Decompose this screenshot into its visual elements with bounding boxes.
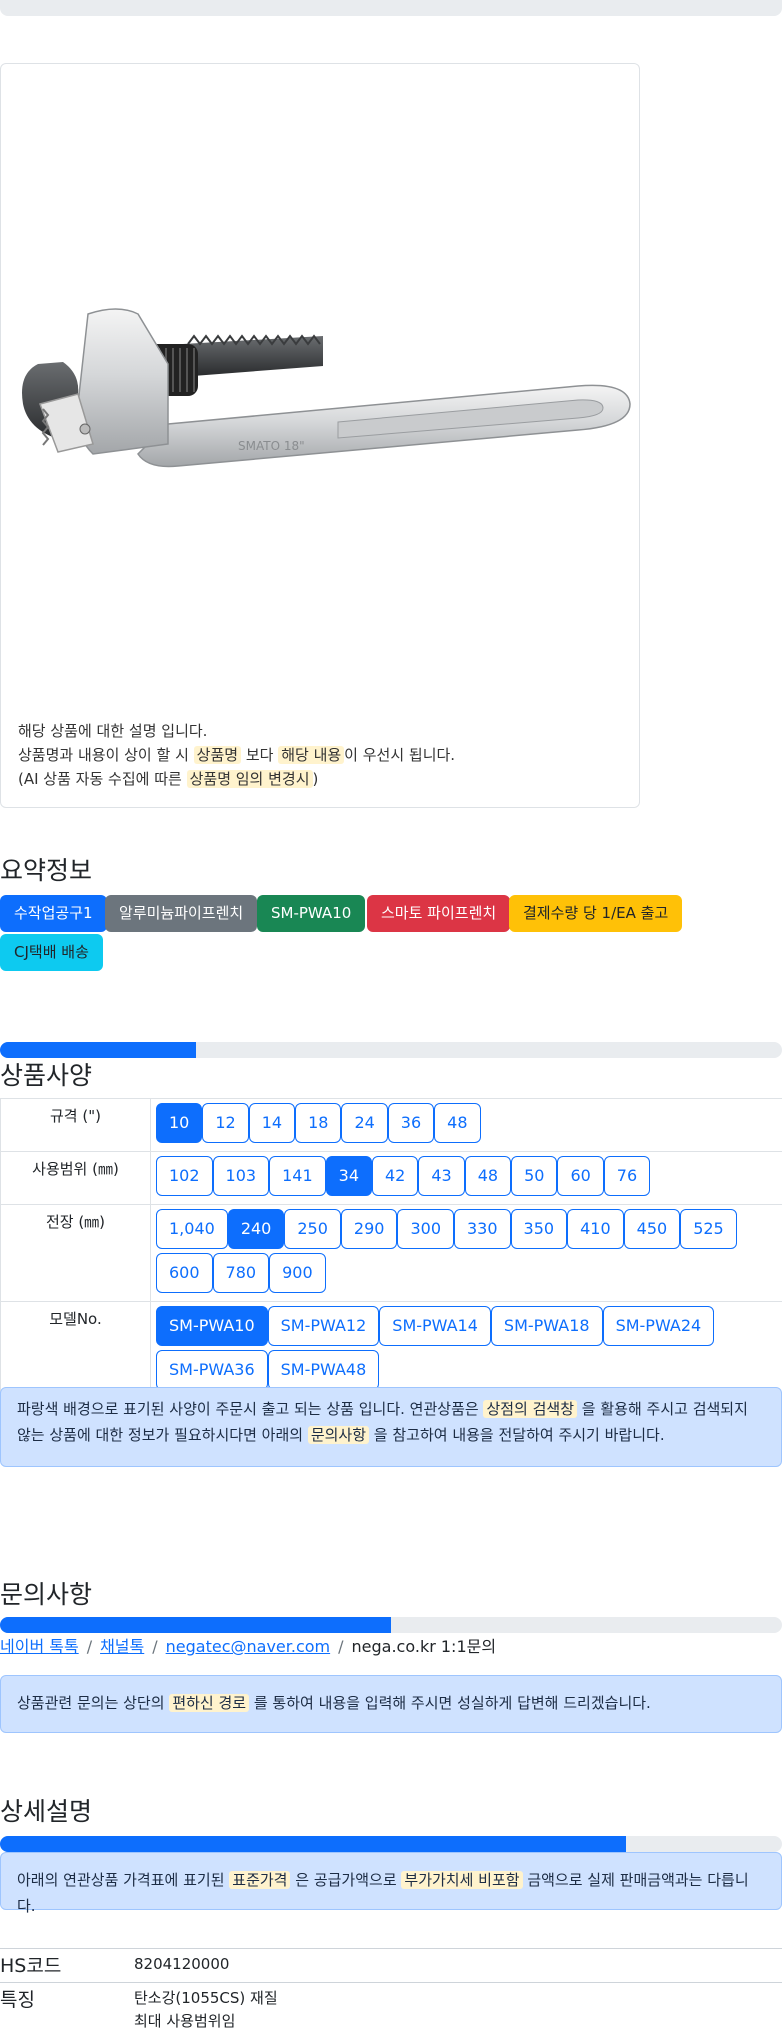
inquiry-links: 네이버 톡톡 / 채널톡 / negatec@naver.com / nega.co.kr … bbox=[0, 1637, 497, 1656]
badge-courier: CJ택배 배송 bbox=[0, 934, 103, 971]
spec-option-button[interactable]: 780 bbox=[212, 1253, 270, 1293]
spec-row: 규격 (") 10 12 14 18 24 36 48 bbox=[0, 1098, 782, 1152]
spec-row: 사용범위 (㎜) 102 103 141 34 42 43 48 50 60 76 bbox=[0, 1151, 782, 1205]
spec-row-options: SM-PWA10 SM-PWA12 SM-PWA14 SM-PWA18 SM-PWA24… bbox=[150, 1301, 782, 1399]
link-email[interactable]: negatec@naver.com bbox=[166, 1637, 330, 1656]
spec-row-label: 규격 (") bbox=[0, 1098, 151, 1152]
spec-option-button[interactable]: 330 bbox=[454, 1209, 511, 1249]
badge-subcategory: 알루미늄파이프렌치 bbox=[105, 895, 258, 932]
spec-option-button[interactable]: 48 bbox=[434, 1103, 481, 1143]
spec-option-button[interactable]: 240 bbox=[227, 1209, 285, 1249]
spec-option-button[interactable]: 1,040 bbox=[156, 1209, 228, 1249]
spec-option-button[interactable]: 300 bbox=[397, 1209, 454, 1249]
spec-option-button[interactable]: 102 bbox=[156, 1156, 213, 1196]
inquiry-title: 문의사항 bbox=[0, 1580, 93, 1609]
details-progress bbox=[0, 1836, 782, 1852]
desc-line-2: 상품명과 내용이 상이 할 시 상품명 보다 해당 내용 이 우선시 됩니다. bbox=[18, 746, 456, 764]
desc-line-3: (AI 상품 자동 수집에 따른 상품명 임의 변경시) bbox=[18, 770, 319, 788]
spec-notice: 파랑색 배경으로 표기된 사양이 주문시 출고 되는 상품 입니다. 연관상품은… bbox=[0, 1387, 782, 1467]
feature-value: 탄소강(1055CS) 재질 최대 사용범위임 bbox=[134, 1989, 278, 2028]
spec-option-button[interactable]: 12 bbox=[202, 1103, 249, 1143]
link-naver-talk[interactable]: 네이버 톡톡 bbox=[0, 1637, 79, 1656]
spec-row-options: 10 12 14 18 24 36 48 bbox=[150, 1098, 782, 1152]
hs-code-row: HS코드 8204120000 bbox=[0, 1948, 782, 1982]
spec-option-button[interactable]: 900 bbox=[269, 1253, 326, 1293]
badge-brand: 스마토 파이프렌치 bbox=[367, 895, 511, 932]
spec-option-button[interactable]: 76 bbox=[603, 1156, 651, 1196]
top-progress-bar bbox=[0, 0, 782, 16]
spec-table: 규격 (") 10 12 14 18 24 36 48 사용범위 (㎜) 102 103 141 34 4… bbox=[0, 1098, 782, 1399]
spec-option-button[interactable]: 36 bbox=[387, 1103, 435, 1143]
link-channel-talk[interactable]: 채널톡 bbox=[100, 1637, 144, 1656]
spec-row-options: 102 103 141 34 42 43 48 50 60 76 bbox=[150, 1151, 782, 1205]
spec-title: 상품사양 bbox=[0, 1061, 93, 1090]
spec-option-button[interactable]: 103 bbox=[212, 1156, 270, 1196]
details-title: 상세설명 bbox=[0, 1797, 93, 1826]
spec-option-button[interactable]: SM-PWA12 bbox=[267, 1306, 380, 1346]
badge-model: SM-PWA10 bbox=[257, 895, 366, 932]
spec-option-button[interactable]: SM-PWA14 bbox=[379, 1306, 491, 1346]
inquiry-progress bbox=[0, 1617, 782, 1633]
product-description: 해당 상품에 대한 설명 입니다. 상품명과 내용이 상이 할 시 상품명 보다… bbox=[18, 719, 455, 791]
spec-option-button[interactable]: 24 bbox=[341, 1103, 388, 1143]
spec-option-button[interactable]: 450 bbox=[623, 1209, 681, 1249]
spec-option-button[interactable]: 43 bbox=[418, 1156, 465, 1196]
spec-option-button[interactable]: 48 bbox=[464, 1156, 512, 1196]
spec-option-button[interactable]: 525 bbox=[680, 1209, 737, 1249]
spec-option-button[interactable]: SM-PWA48 bbox=[267, 1350, 380, 1390]
spec-option-button[interactable]: 141 bbox=[269, 1156, 326, 1196]
badge-shipping-qty: 결제수량 당 1/EA 출고 bbox=[509, 895, 683, 932]
spec-option-button[interactable]: 290 bbox=[340, 1209, 398, 1249]
spec-option-button[interactable]: 34 bbox=[325, 1156, 372, 1196]
spec-row: 모델No. SM-PWA10 SM-PWA12 SM-PWA14 SM-PWA18 SM-… bbox=[0, 1301, 782, 1399]
desc-line-1: 해당 상품에 대한 설명 입니다. bbox=[18, 722, 208, 740]
spec-option-button[interactable]: 10 bbox=[156, 1103, 203, 1143]
spec-option-button[interactable]: 50 bbox=[511, 1156, 558, 1196]
spec-option-button[interactable]: SM-PWA24 bbox=[602, 1306, 715, 1346]
details-notice: 아래의 연관상품 가격표에 표기된 표준가격 은 공급가액으로 부가가치세 비포… bbox=[0, 1852, 782, 1915]
inquiry-notice: 상품관련 문의는 상단의 편하신 경로 를 통하여 내용을 입력해 주시면 성실… bbox=[0, 1675, 782, 1733]
spec-option-button[interactable]: 60 bbox=[557, 1156, 604, 1196]
spec-progress bbox=[0, 1042, 782, 1058]
spec-option-button[interactable]: 410 bbox=[567, 1209, 624, 1249]
site-inquiry: nega.co.kr 1:1문의 bbox=[351, 1637, 497, 1656]
spec-row-label: 사용범위 (㎜) bbox=[0, 1151, 151, 1205]
product-image-card: SMATO 18" 해당 상품에 대한 설명 입니다. 상품명과 내용이 상이 … bbox=[0, 63, 640, 808]
badge-category: 수작업공구1 bbox=[0, 895, 107, 932]
summary-title: 요약정보 bbox=[0, 856, 93, 885]
spec-option-button[interactable]: 350 bbox=[510, 1209, 568, 1249]
spec-row-label: 전장 (㎜) bbox=[0, 1204, 151, 1302]
spec-option-button[interactable]: SM-PWA18 bbox=[490, 1306, 603, 1346]
spec-option-button[interactable]: 250 bbox=[284, 1209, 341, 1249]
hs-code-value: 8204120000 bbox=[134, 1955, 230, 1973]
spec-option-button[interactable]: SM-PWA10 bbox=[156, 1306, 268, 1346]
spec-row-label: 모델No. bbox=[0, 1301, 151, 1399]
spec-option-button[interactable]: 42 bbox=[372, 1156, 419, 1196]
spec-option-button[interactable]: 18 bbox=[295, 1103, 342, 1143]
wrench-marking: SMATO 18" bbox=[238, 439, 305, 453]
spec-row: 전장 (㎜) 1,040 240 250 290 300 330 350 410 450 525 60… bbox=[0, 1204, 782, 1302]
spec-option-button[interactable]: SM-PWA36 bbox=[156, 1350, 268, 1390]
pipe-wrench-image: SMATO 18" bbox=[22, 308, 631, 468]
spec-option-button[interactable]: 14 bbox=[248, 1103, 296, 1143]
feature-row: 특징 탄소강(1055CS) 재질 최대 사용범위임 bbox=[0, 1982, 782, 2028]
spec-option-button[interactable]: 600 bbox=[156, 1253, 213, 1293]
spec-row-options: 1,040 240 250 290 300 330 350 410 450 525 600 780 90… bbox=[150, 1204, 782, 1302]
hs-code-label: HS코드 bbox=[0, 1955, 62, 1977]
feature-label: 특징 bbox=[0, 1989, 35, 2011]
